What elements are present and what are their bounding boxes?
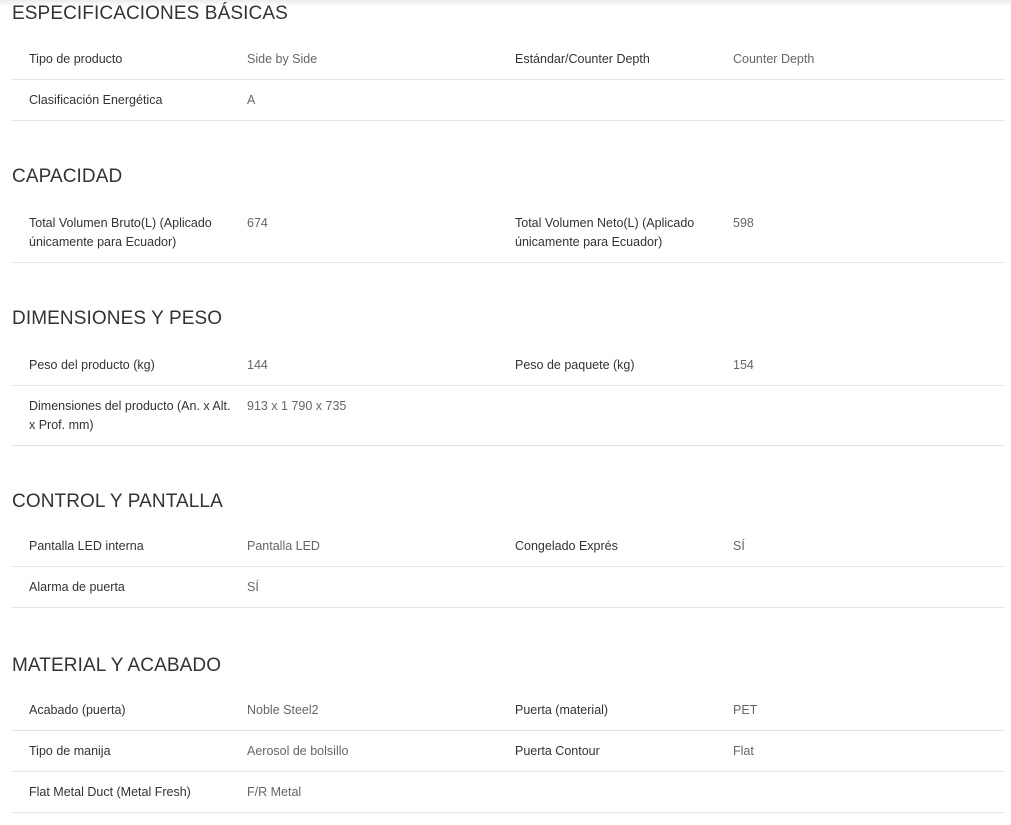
- spec-label: Estándar/Counter Depth: [515, 52, 650, 66]
- spec-label: Tipo de manija: [29, 744, 111, 758]
- spec-row: Acabado (puerta) Noble Steel2 Puerta (ma…: [12, 690, 1004, 731]
- spec-value: 144: [247, 358, 268, 372]
- spec-value: Pantalla LED: [247, 539, 320, 553]
- spec-label: Peso del producto (kg): [29, 358, 155, 372]
- spec-row: Tipo de manija Aerosol de bolsillo Puert…: [12, 731, 1004, 772]
- spec-row: Alarma de puerta SÍ: [12, 567, 1004, 608]
- spec-row: Tipo de producto Side by Side Estándar/C…: [12, 39, 1004, 80]
- spec-label: Puerta Contour: [515, 744, 600, 758]
- spec-value: PET: [733, 703, 758, 717]
- spec-row: Clasificación Energética A: [12, 80, 1004, 121]
- section-title: CONTROL Y PANTALLA: [12, 491, 223, 512]
- spec-label: Pantalla LED interna: [29, 539, 144, 553]
- spec-label: Tipo de producto: [29, 52, 123, 66]
- spec-value: Side by Side: [247, 52, 318, 66]
- spec-label: Total Volumen Neto(L) (Aplicado únicamen…: [515, 216, 695, 249]
- spec-value: Counter Depth: [733, 52, 815, 66]
- spec-value: F/R Metal: [247, 785, 302, 799]
- section-title: CAPACIDAD: [12, 166, 123, 187]
- spec-label: Clasificación Energética: [29, 93, 163, 107]
- spec-label: Flat Metal Duct (Metal Fresh): [29, 785, 191, 799]
- spec-row: Peso del producto (kg) 144 Peso de paque…: [12, 345, 1004, 386]
- spec-value: Aerosol de bolsillo: [247, 744, 349, 758]
- spec-value: Noble Steel2: [247, 703, 319, 717]
- spec-label: Alarma de puerta: [29, 580, 125, 594]
- spec-row: Flat Metal Duct (Metal Fresh) F/R Metal: [12, 772, 1004, 813]
- spec-label: Puerta (material): [515, 703, 609, 717]
- spec-value: Flat: [733, 744, 754, 758]
- spec-value: 913 x 1 790 x 735: [247, 399, 347, 413]
- spec-row: Total Volumen Bruto(L) (Aplicado únicame…: [12, 203, 1004, 263]
- spec-label: Peso de paquete (kg): [515, 358, 635, 372]
- spec-label: Congelado Exprés: [515, 539, 618, 553]
- section-title: MATERIAL Y ACABADO: [12, 655, 222, 676]
- spec-value: 674: [247, 216, 268, 230]
- spec-value: 598: [733, 216, 754, 230]
- spec-value: SÍ: [733, 539, 745, 553]
- section-title: ESPECIFICACIONES BÁSICAS: [12, 3, 288, 24]
- spec-value: SÍ: [247, 580, 259, 594]
- spec-label: Acabado (puerta): [29, 703, 126, 717]
- spec-value: A: [247, 93, 256, 107]
- spec-value: 154: [733, 358, 754, 372]
- spec-label: Total Volumen Bruto(L) (Aplicado únicame…: [29, 216, 212, 249]
- spec-row: Dimensiones del producto (An. x Alt. x P…: [12, 386, 1004, 446]
- spec-row: Pantalla LED interna Pantalla LED Congel…: [12, 526, 1004, 567]
- spec-label: Dimensiones del producto (An. x Alt. x P…: [29, 399, 231, 432]
- section-title: DIMENSIONES Y PESO: [12, 308, 223, 329]
